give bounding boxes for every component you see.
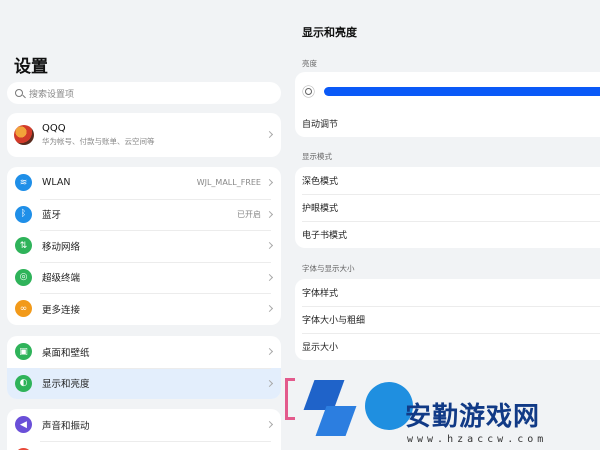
watermark-text: 安勤游戏网 [405,402,541,432]
link-icon: ∞ [15,300,32,318]
item-label: 声音和振动 [42,420,90,432]
account-name: QQQ [42,123,66,134]
section-header: 亮度 [302,59,317,68]
bluetooth-icon: ᛒ [15,205,32,223]
item-label: 更多连接 [42,304,81,316]
sidebar-item-display[interactable]: ◐ 显示和亮度 [7,367,281,399]
item-label: 超级终端 [42,273,81,285]
dark-mode-item[interactable]: 深色模式 [295,167,600,194]
avatar [14,125,34,145]
sidebar-item-bluetooth[interactable]: ᛒ 蓝牙 已开启 [7,198,281,231]
font-style-item[interactable]: 字体样式 [295,279,600,306]
item-label: WLAN [42,177,71,189]
super-device-icon: ◎ [15,268,32,286]
sidebar-item-wlan[interactable]: ≋ WLAN WJL_MALL_FREE [7,167,281,199]
font-size-item[interactable]: 字体大小与粗细 [295,306,600,333]
mobile-network-icon: ⇅ [15,237,32,255]
item-label: 显示和亮度 [42,379,90,391]
display-card: ▣ 桌面和壁纸 ◐ 显示和亮度 [7,336,281,399]
font-card: 字体样式 字体大小与粗细 显示大小 [295,279,600,360]
item-label: 蓝牙 [42,210,62,222]
display-size-item[interactable]: 显示大小 [295,333,600,360]
item-value: 已开启 [237,209,261,219]
sidebar-item-sound[interactable]: ◀ 声音和振动 [7,409,281,441]
chevron-right-icon [265,242,274,250]
display-mode-card: 深色模式 护眼模式 电子书模式 [295,167,600,248]
chevron-right-icon [265,348,274,356]
chevron-right-icon [265,273,274,281]
brightness-slider[interactable] [324,86,600,96]
settings-sidebar: 设置 搜索设置项 QQQ 华为帐号、付款与账单、云空间等 ≋ WLAN WJL_… [0,0,288,450]
chevron-right-icon [265,130,274,139]
sidebar-item-more-connections[interactable]: ∞ 更多连接 [7,293,281,325]
search-icon [15,89,23,97]
page-title: 设置 [14,57,48,77]
brightness-card: 自动调节 [295,72,600,137]
watermark: 安勤游戏网 www.hzaccw.com [285,370,600,450]
search-placeholder: 搜索设置项 [29,89,75,100]
search-input[interactable]: 搜索设置项 [7,82,281,104]
pane-title: 显示和亮度 [302,26,357,39]
chevron-right-icon [265,379,274,387]
auto-brightness-item[interactable]: 自动调节 [295,110,600,137]
chevron-right-icon [265,210,274,218]
chevron-right-icon [265,421,274,429]
sidebar-item-mobile-network[interactable]: ⇅ 移动网络 [7,230,281,262]
account-card[interactable]: QQQ 华为帐号、付款与账单、云空间等 [7,113,281,157]
section-header: 显示模式 [302,152,332,161]
watermark-logo-icon [303,376,363,436]
sidebar-item-wallpaper[interactable]: ▣ 桌面和壁纸 [7,336,281,368]
chevron-right-icon [265,305,274,313]
connectivity-card: ≋ WLAN WJL_MALL_FREE ᛒ 蓝牙 已开启 ⇅ 移动网络 ◎ 超… [7,167,281,325]
watermark-url: www.hzaccw.com [407,434,548,445]
display-icon: ◐ [15,374,32,392]
account-subtitle: 华为帐号、付款与账单、云空间等 [42,137,155,146]
watermark-bracket [285,378,295,420]
eye-comfort-item[interactable]: 护眼模式 [295,194,600,221]
sun-icon [305,87,312,95]
sidebar-item-super-device[interactable]: ◎ 超级终端 [7,261,281,294]
section-header: 字体与显示大小 [302,264,355,273]
item-label: 移动网络 [42,241,81,253]
sidebar-item-notification[interactable]: ● 通知 [7,440,281,450]
ebook-mode-item[interactable]: 电子书模式 [295,221,600,248]
item-value: WJL_MALL_FREE [196,178,261,188]
sound-card: ◀ 声音和振动 ● 通知 [7,409,281,450]
chevron-right-icon [265,179,274,187]
wallpaper-icon: ▣ [15,343,32,361]
item-label: 桌面和壁纸 [42,347,90,359]
wifi-icon: ≋ [15,174,32,192]
sound-icon: ◀ [15,416,32,434]
